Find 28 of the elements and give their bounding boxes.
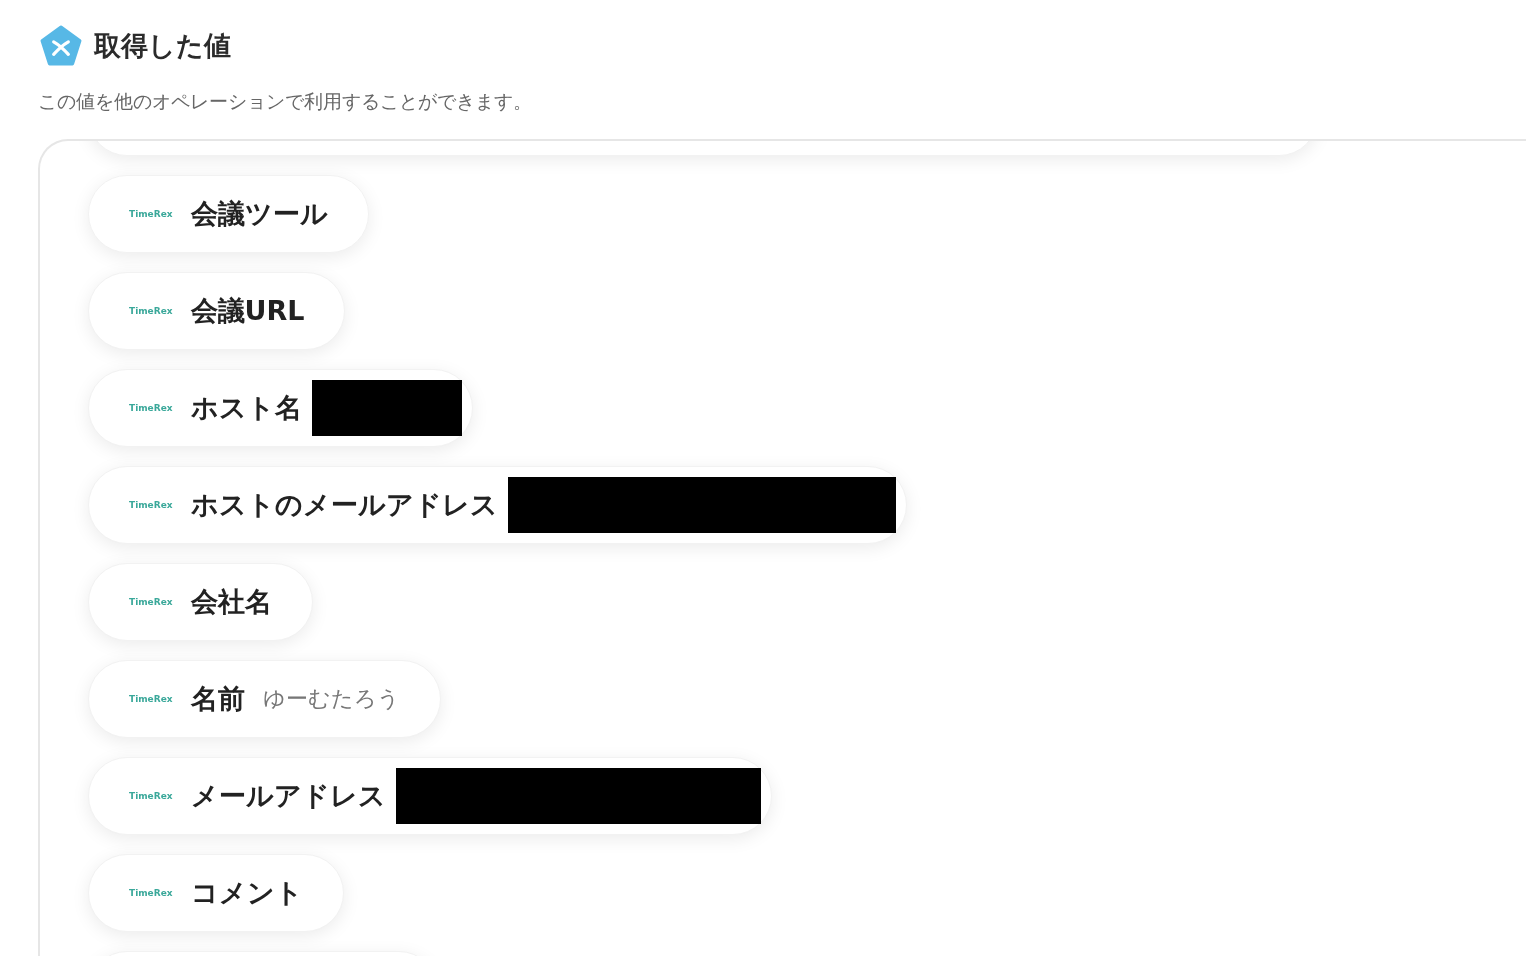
value-label: 名前 xyxy=(190,682,245,716)
section-description: この値を他のオペレーションで利用することができます。 xyxy=(38,89,533,114)
value-label: 会議ツール xyxy=(190,197,328,231)
value-chip[interactable]: TimeRex 会社名 xyxy=(88,563,313,641)
value-text: ゆーむたろう xyxy=(262,685,400,713)
value-label: ホスト名 xyxy=(190,391,302,425)
source-logo: TimeRex xyxy=(129,306,173,316)
value-chip[interactable]: TimeRex 名前 ゆーむたろう xyxy=(88,660,441,738)
value-chip[interactable]: TimeRex メールアドレス xyxy=(88,757,772,835)
value-chip[interactable]: TimeRex 会議ツール xyxy=(88,175,369,253)
value-label: コメント xyxy=(190,876,303,910)
variable-icon xyxy=(40,25,82,67)
value-chip[interactable]: TimeRex ホストのメールアドレス xyxy=(88,466,907,544)
source-logo: TimeRex xyxy=(129,597,173,607)
value-label: メールアドレス xyxy=(190,779,386,813)
source-logo: TimeRex xyxy=(129,888,173,898)
value-chip[interactable]: TimeRex 会議URL xyxy=(88,272,346,350)
source-logo: TimeRex xyxy=(129,403,173,413)
source-logo: TimeRex xyxy=(129,209,173,219)
value-chip[interactable]: TimeRex ホスト名 xyxy=(88,369,473,447)
source-logo: TimeRex xyxy=(129,791,173,801)
section-title: 取得した値 xyxy=(94,29,231,63)
value-label: 会議URL xyxy=(190,294,305,328)
value-chip[interactable]: TimeRex コメント xyxy=(88,854,344,932)
source-logo: TimeRex xyxy=(129,500,173,510)
value-label: ホストのメールアドレス xyxy=(190,488,498,522)
value-label: 会社名 xyxy=(190,585,272,619)
source-logo: TimeRex xyxy=(129,694,173,704)
